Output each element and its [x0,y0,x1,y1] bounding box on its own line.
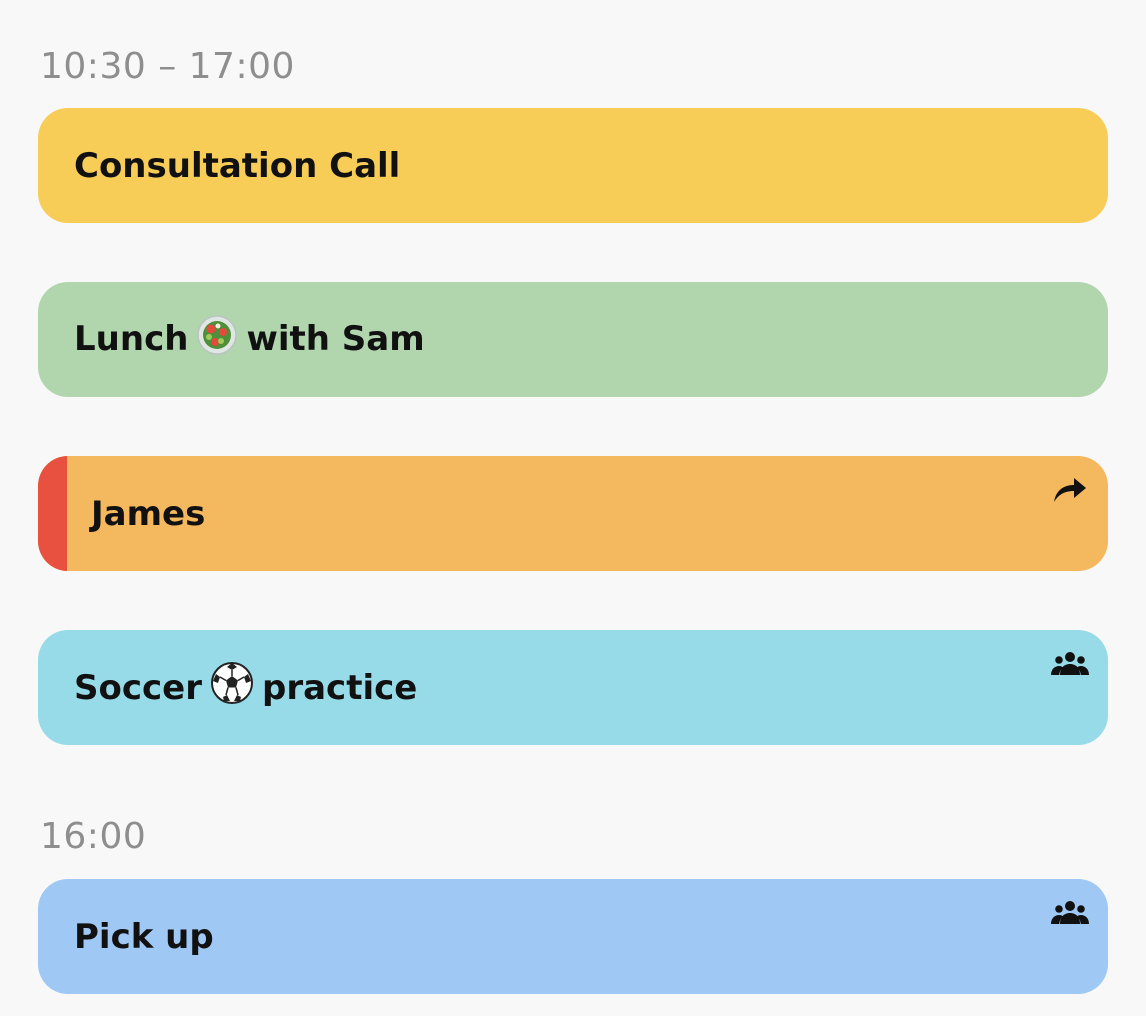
event-title-part: practice [261,668,418,708]
group-icon [1050,648,1090,680]
time-range-label: 10:30 – 17:00 [40,46,295,87]
event-consultation-call[interactable]: Consultation Call [38,108,1108,223]
event-pick-up[interactable]: Pick up [38,879,1108,994]
time-label: 16:00 [40,816,147,857]
group-icon [1050,897,1090,929]
share-arrow-icon [1050,474,1090,506]
event-priority-stripe [38,456,67,571]
event-title: Consultation Call [74,145,401,186]
event-title: James [91,493,206,534]
event-soccer-practice[interactable]: Soccer practice [38,630,1108,745]
event-lunch-with-sam[interactable]: Lunch with Sam [38,282,1108,397]
event-title-part: with Sam [246,319,425,359]
event-title-part: Soccer [74,668,202,708]
event-title: Pick up [74,916,214,957]
event-james[interactable]: James [38,456,1108,571]
event-title: Soccer practice [74,661,417,714]
soccer-ball-icon [210,661,254,714]
salad-icon [196,314,238,365]
event-title: Lunch with Sam [74,314,425,365]
event-title-part: Lunch [74,319,189,359]
